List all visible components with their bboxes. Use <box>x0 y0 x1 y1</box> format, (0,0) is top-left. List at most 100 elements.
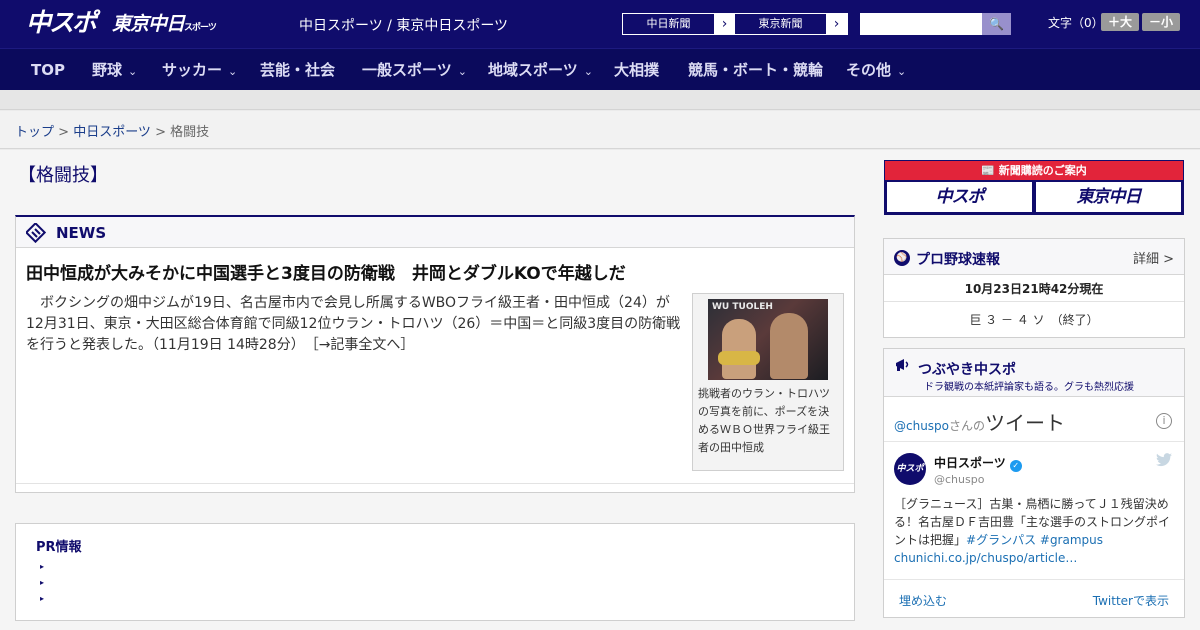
site-links[interactable]: 中日スポーツ / 東京中日スポーツ <box>299 15 508 35</box>
tokyo-logo-small: スポーツ <box>184 23 217 33</box>
verified-icon: ✓ <box>1009 460 1022 472</box>
pr-bullet-icon[interactable]: ▸ <box>40 594 44 603</box>
search-button[interactable]: 🔍 <box>982 13 1011 35</box>
chunichi-shimbun-label: 中日新聞 <box>623 14 714 34</box>
chuspo-logo[interactable]: 中スポ <box>26 8 97 38</box>
photo-figure-left <box>722 319 756 379</box>
nav-soccer[interactable]: サッカー ⌄ <box>162 49 237 91</box>
embed-link[interactable]: 埋め込む <box>899 592 947 609</box>
font-size-label: 文字（0） <box>1048 16 1104 30</box>
breadcrumb: トップ > 中日スポーツ > 格闘技 <box>15 121 209 140</box>
megaphone-icon <box>894 356 912 378</box>
nav-sumo[interactable]: 大相撲 <box>614 49 659 91</box>
news-section: NEWS 田中恒成が大みそかに中国選手と3度目の防衛戦 井岡とダブルKOで年越し… <box>15 215 855 493</box>
tweet-handle-link[interactable]: @chuspo <box>894 419 949 433</box>
breadcrumb-separator: > <box>150 125 171 140</box>
breadcrumb-top[interactable]: トップ <box>15 125 54 140</box>
nav-baseball[interactable]: 野球 ⌄ <box>92 49 137 91</box>
tweet-hashtags[interactable]: #グランパス #grampus <box>966 533 1103 547</box>
photo-belt <box>718 351 760 365</box>
chevron-down-icon: ⌄ <box>897 65 907 78</box>
photo-text: WU TUOLEH <box>712 302 773 312</box>
news-headline[interactable]: 田中恒成が大みそかに中国選手と3度目の防衛戦 井岡とダブルKOで年越しだ <box>26 259 626 284</box>
nav-racing[interactable]: 競馬・ボート・競輪 <box>688 49 823 91</box>
subscription-title: 📰 新聞購読のご案内 <box>885 161 1183 180</box>
tweet-author-name[interactable]: 中日スポーツ ✓ <box>934 454 1022 472</box>
tweet-screen-name[interactable]: @chuspo <box>934 473 984 486</box>
chevron-down-icon: ⌄ <box>128 65 138 78</box>
score-timestamp: 10月23日21時42分現在 <box>964 282 1104 296</box>
subscription-banner[interactable]: 📰 新聞購読のご案内 中スポ 東京中日 <box>884 160 1184 215</box>
main-nav: TOP 野球 ⌄ サッカー ⌄ 芸能・社会 一般スポーツ ⌄ 地域スポーツ ⌄ 大相撲 … <box>0 48 1200 90</box>
article-photo[interactable]: WU TUOLEH <box>708 299 828 380</box>
score-divider <box>884 301 1184 302</box>
score-details-link[interactable]: 詳細 > <box>1133 248 1174 267</box>
photo-caption: 挑戦者のウラン・トロハツの写真を前に、ポーズを決めるＷＢＯ世界フライ級王者の田中… <box>698 387 830 454</box>
breadcrumb-current: 格闘技 <box>170 125 210 140</box>
article-summary: ボクシングの畑中ジムが19日、名古屋市内で会見し所属するWBOフライ級王者・田中… <box>26 295 681 353</box>
tokyo-logo-main: 東京中日 <box>112 13 185 35</box>
tokyo-chunichi-logo[interactable]: 東京中日スポーツ <box>112 9 217 39</box>
pr-section: PR情報 ▸ ▸ ▸ <box>15 523 855 621</box>
score-header: ⚾ プロ野球速報 詳細 > <box>884 239 1184 275</box>
tweet-link[interactable]: chunichi.co.jp/chuspo/article… <box>894 551 1077 565</box>
search-icon: 🔍 <box>989 17 1004 31</box>
pr-bullet-icon[interactable]: ▸ <box>40 562 44 571</box>
nav-label: 競馬・ボート・競輪 <box>688 61 824 79</box>
tweet-title: つぶやき中スポ <box>918 362 1016 378</box>
chevron-right-icon: › <box>833 16 840 32</box>
chunichi-shimbun-link[interactable]: 中日新聞 › <box>622 13 736 35</box>
photo-figure-right <box>770 313 808 379</box>
tokyo-shimbun-label: 東京新聞 <box>735 14 826 34</box>
chevron-right-icon: › <box>721 16 728 32</box>
tweet-text: ［グラニュース］古巣・鳥栖に勝ってＪ１残留決める！名古屋ＤＦ吉田豊「主な選手のス… <box>894 495 1176 567</box>
tokyo-shimbun-link[interactable]: 東京新聞 › <box>734 13 848 35</box>
avatar[interactable]: 中スポ <box>894 453 926 485</box>
tweet-author-label: 中日スポーツ <box>934 456 1006 470</box>
pr-bullet-icon[interactable]: ▸ <box>40 578 44 587</box>
subscribe-chuspo-button[interactable]: 中スポ <box>887 182 1032 212</box>
nav-general-sports[interactable]: 一般スポーツ ⌄ <box>362 49 467 91</box>
sub-bar <box>0 90 1200 110</box>
news-footer <box>16 483 854 493</box>
nav-label: 大相撲 <box>614 61 660 79</box>
breadcrumb-chunichi[interactable]: 中日スポーツ <box>73 125 151 140</box>
news-label: NEWS <box>56 224 107 242</box>
score-row[interactable]: 巨 ３ － ４ ソ （終了） <box>884 311 1184 328</box>
nav-other[interactable]: その他 ⌄ <box>846 49 906 91</box>
tweet-subtitle: ドラ観戦の本紙評論家も語る。グラも熱烈応援 <box>924 382 1134 393</box>
info-icon[interactable]: i <box>1156 413 1172 429</box>
chevron-down-icon: ⌄ <box>583 65 593 78</box>
pr-title: PR情報 <box>36 540 82 555</box>
nav-label: TOP <box>31 61 65 79</box>
nav-label: 地域スポーツ <box>488 61 578 79</box>
font-smaller-button[interactable]: －小 <box>1142 13 1180 31</box>
nav-label: 野球 <box>92 61 123 79</box>
nav-top[interactable]: TOP <box>31 49 65 91</box>
baseball-icon: ⚾ <box>894 250 910 266</box>
tweet-handle-suffix: さんの <box>949 419 986 433</box>
font-larger-button[interactable]: ＋大 <box>1101 13 1139 31</box>
news-header: NEWS <box>16 217 854 248</box>
twitter-widget: つぶやき中スポ ドラ観戦の本紙評論家も語る。グラも熱烈応援 @chuspoさんの… <box>883 348 1185 618</box>
search-input[interactable] <box>860 13 982 35</box>
tweet-handle-line: @chuspoさんのツイート <box>894 407 1065 436</box>
baseball-score-widget: ⚾ プロ野球速報 詳細 > 10月23日21時42分現在 巨 ３ － ４ ソ （… <box>883 238 1185 338</box>
page-title: 【格闘技】 <box>18 165 108 186</box>
nav-label: その他 <box>846 61 892 79</box>
photo-box: WU TUOLEH 挑戦者のウラン・トロハツの写真を前に、ポーズを決めるＷＢＯ世… <box>692 293 844 471</box>
subscribe-tokyo-button[interactable]: 東京中日 <box>1036 182 1181 212</box>
chevron-down-icon: ⌄ <box>457 65 467 78</box>
breadcrumb-separator: > <box>54 125 74 140</box>
nav-label: 芸能・社会 <box>260 61 336 79</box>
chevron-down-icon: ⌄ <box>228 65 238 78</box>
nav-local-sports[interactable]: 地域スポーツ ⌄ <box>488 49 593 91</box>
nav-entertainment[interactable]: 芸能・社会 <box>260 49 335 91</box>
breadcrumb-area: トップ > 中日スポーツ > 格闘技 <box>0 111 1200 149</box>
tweet-divider <box>884 441 1184 442</box>
view-on-twitter-link[interactable]: Twitterで表示 <box>1093 592 1169 609</box>
tweet-footer: 埋め込む Twitterで表示 <box>884 579 1184 617</box>
news-tag-icon <box>24 221 47 244</box>
twitter-bird-icon[interactable] <box>1156 453 1172 471</box>
nav-label: サッカー <box>162 61 223 79</box>
